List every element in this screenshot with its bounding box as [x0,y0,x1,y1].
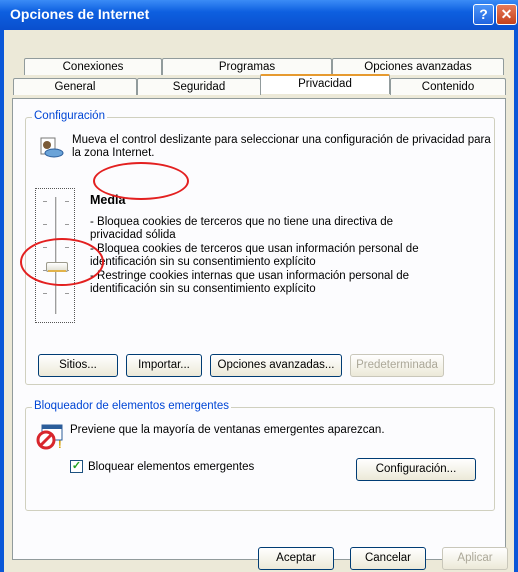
tab-privacidad[interactable]: Privacidad [260,74,390,94]
slider-tick [43,224,47,225]
tab-programas[interactable]: Programas [162,58,332,75]
default-button[interactable]: Predeterminada [350,354,444,377]
privacy-panel: Configuración Mueva el control deslizant… [12,98,506,560]
level-detail-2: - Bloquea cookies de terceros que usan i… [90,243,419,268]
tab-contenido[interactable]: Contenido [390,78,506,95]
settings-description: Mueva el control deslizante para selecci… [72,134,491,159]
apply-button[interactable]: Aplicar [442,547,508,570]
svg-text:!: ! [58,439,62,450]
dialog-window: Opciones de Internet ? ✕ Conexiones Prog… [0,0,518,572]
sites-button[interactable]: Sitios... [38,354,118,377]
slider-tick [65,293,69,294]
dialog-body: Conexiones Programas Opciones avanzadas … [4,30,514,572]
slider-tick [43,293,47,294]
tab-conexiones[interactable]: Conexiones [24,58,162,75]
tab-opciones-avanzadas[interactable]: Opciones avanzadas [332,58,504,75]
annotation-circle-slider [20,238,104,286]
close-button[interactable]: ✕ [496,4,517,25]
popup-blocker-icon: ! [36,424,63,450]
slider-tick [43,201,47,202]
tab-general[interactable]: General [13,78,137,95]
annotation-circle-level [93,162,189,200]
popup-settings-button[interactable]: Configuración... [356,458,476,481]
slider-tick [65,224,69,225]
ok-button[interactable]: Aceptar [258,547,334,570]
slider-tick [65,201,69,202]
popup-group-label: Bloqueador de elementos emergentes [32,400,231,412]
title-bar[interactable]: Opciones de Internet ? ✕ [0,0,518,30]
advanced-button[interactable]: Opciones avanzadas... [210,354,342,377]
window-title: Opciones de Internet [10,6,150,22]
popup-checkbox-label[interactable]: Bloquear elementos emergentes [88,461,254,474]
level-detail-3: - Restringe cookies internas que usan in… [90,270,409,295]
popup-block-checkbox[interactable]: ✓ [70,460,83,473]
popup-description: Previene que la mayoría de ventanas emer… [70,424,385,436]
tab-seguridad[interactable]: Seguridad [137,78,261,95]
privacy-settings-icon [40,137,64,158]
popup-blocker-group: Bloqueador de elementos emergentes ! Pre… [25,400,495,511]
cancel-button[interactable]: Cancelar [350,547,426,570]
import-button[interactable]: Importar... [126,354,202,377]
settings-group-label: Configuración [32,110,107,122]
help-button[interactable]: ? [473,4,494,25]
level-detail-1: - Bloquea cookies de terceros que no tie… [90,216,394,241]
